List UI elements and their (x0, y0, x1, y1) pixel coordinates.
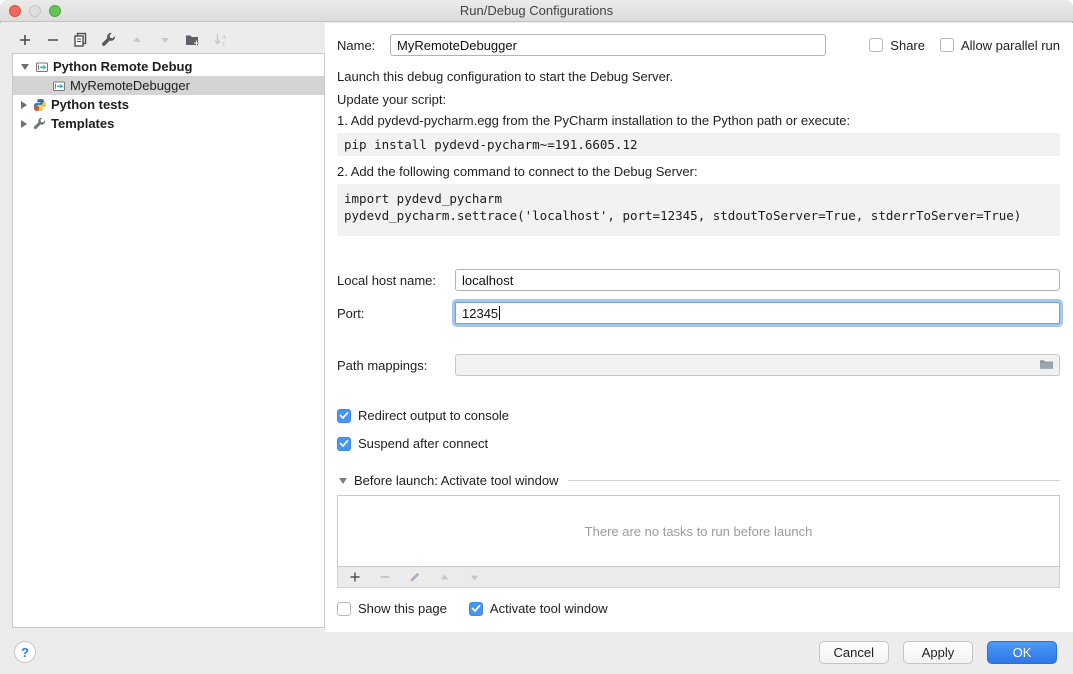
before-launch-task-list: There are no tasks to run before launch (337, 495, 1060, 567)
port-label: Port: (337, 306, 455, 321)
chevron-collapsed-icon[interactable] (21, 101, 27, 109)
sort-alphabetically-icon[interactable]: az (212, 31, 229, 48)
copy-icon[interactable] (72, 31, 89, 48)
update-script-text: Update your script: (337, 92, 1060, 108)
share-checkbox[interactable] (869, 38, 883, 52)
new-folder-icon[interactable] (184, 31, 201, 48)
svg-text:a: a (222, 34, 226, 41)
remove-icon[interactable] (376, 569, 393, 586)
path-mappings-row: Path mappings: (337, 354, 1060, 376)
tree-item-python-remote-debug[interactable]: Python Remote Debug (13, 57, 324, 76)
window-title: Run/Debug Configurations (0, 0, 1073, 22)
show-this-page-checkbox-item[interactable]: Show this page (337, 601, 447, 616)
tree-item-label: Python Remote Debug (53, 59, 192, 74)
name-input[interactable]: MyRemoteDebugger (390, 34, 826, 56)
local-host-value: localhost (462, 273, 513, 288)
config-panel: Name: MyRemoteDebugger Share Allow paral… (325, 23, 1073, 636)
tree-item-label: MyRemoteDebugger (70, 78, 190, 93)
run-debug-configurations-dialog: Run/Debug Configurations az (0, 0, 1073, 674)
suspend-after-connect-checkbox-item[interactable]: Suspend after connect (337, 436, 1060, 451)
add-icon[interactable] (346, 569, 363, 586)
tree-item-label: Python tests (51, 97, 129, 112)
dialog-body: az Python Remote Debug MyRemoteDebugger … (0, 23, 1073, 632)
titlebar: Run/Debug Configurations (0, 0, 1073, 22)
allow-parallel-run-label: Allow parallel run (961, 38, 1060, 53)
chevron-expanded-icon[interactable] (339, 478, 347, 484)
help-icon: ? (21, 645, 29, 660)
local-host-row: Local host name: localhost (337, 269, 1060, 291)
name-label: Name: (337, 38, 390, 53)
browse-folder-icon[interactable] (1039, 358, 1054, 374)
settrace-code-block: import pydevd_pycharm pydevd_pycharm.set… (337, 184, 1060, 236)
show-this-page-checkbox[interactable] (337, 602, 351, 616)
ok-button[interactable]: OK (987, 641, 1057, 664)
empty-task-list-text: There are no tasks to run before launch (585, 524, 813, 539)
redirect-output-checkbox[interactable] (337, 409, 351, 423)
intro-text: Launch this debug configuration to start… (337, 69, 1060, 85)
port-row: Port: 12345 (337, 302, 1060, 324)
tree-item-python-tests[interactable]: Python tests (13, 95, 324, 114)
allow-parallel-run-checkbox-item[interactable]: Allow parallel run (940, 38, 1060, 53)
edit-defaults-wrench-icon[interactable] (100, 31, 117, 48)
config-form: Name: MyRemoteDebugger Share Allow paral… (337, 23, 1060, 636)
wrench-icon (32, 116, 47, 131)
activate-tool-window-checkbox-item[interactable]: Activate tool window (469, 601, 608, 616)
path-mappings-input (455, 354, 1060, 376)
show-this-page-label: Show this page (358, 601, 447, 616)
path-mappings-label: Path mappings: (337, 358, 455, 373)
cancel-button[interactable]: Cancel (819, 641, 889, 664)
text-caret (499, 306, 500, 320)
suspend-after-connect-checkbox[interactable] (337, 437, 351, 451)
svg-text:z: z (222, 41, 225, 48)
step2-text: 2. Add the following command to connect … (337, 164, 1060, 180)
before-launch-section-header[interactable]: Before launch: Activate tool window (337, 473, 1060, 488)
share-label: Share (890, 38, 925, 53)
step1-text: 1. Add pydevd-pycharm.egg from the PyCha… (337, 113, 1060, 129)
configurations-tree: Python Remote Debug MyRemoteDebugger Pyt… (12, 53, 325, 628)
add-icon[interactable] (16, 31, 33, 48)
apply-button[interactable]: Apply (903, 641, 973, 664)
port-value: 12345 (462, 306, 498, 321)
section-divider (568, 480, 1060, 481)
activate-tool-window-label: Activate tool window (490, 601, 608, 616)
move-down-icon[interactable] (466, 569, 483, 586)
tree-item-templates[interactable]: Templates (13, 114, 324, 133)
remove-icon[interactable] (44, 31, 61, 48)
port-input[interactable]: 12345 (455, 302, 1060, 324)
footer-buttons: Cancel Apply OK (819, 641, 1057, 664)
name-value: MyRemoteDebugger (397, 38, 517, 53)
remote-debug-config-icon (34, 59, 49, 74)
help-button[interactable]: ? (14, 641, 36, 663)
dialog-footer: ? Cancel Apply OK (0, 632, 1073, 674)
before-launch-title: Before launch: Activate tool window (354, 473, 559, 488)
name-row-checkboxes: Share Allow parallel run (869, 38, 1060, 53)
redirect-output-label: Redirect output to console (358, 408, 509, 423)
pip-install-code-block: pip install pydevd-pycharm~=191.6605.12 (337, 133, 1060, 156)
share-checkbox-item[interactable]: Share (869, 38, 925, 53)
name-row: Name: MyRemoteDebugger Share Allow paral… (337, 34, 1060, 56)
local-host-label: Local host name: (337, 273, 455, 288)
move-up-icon[interactable] (436, 569, 453, 586)
redirect-output-checkbox-item[interactable]: Redirect output to console (337, 408, 1060, 423)
local-host-input[interactable]: localhost (455, 269, 1060, 291)
suspend-after-connect-label: Suspend after connect (358, 436, 488, 451)
activate-tool-window-checkbox[interactable] (469, 602, 483, 616)
task-list-toolbar (337, 567, 1060, 588)
configurations-toolbar: az (16, 31, 229, 48)
edit-pencil-icon[interactable] (406, 569, 423, 586)
tree-item-label: Templates (51, 116, 114, 131)
settrace-code-line1: import pydevd_pycharm (344, 190, 1053, 207)
allow-parallel-run-checkbox[interactable] (940, 38, 954, 52)
bottom-checkboxes: Show this page Activate tool window (337, 601, 1060, 616)
move-up-icon[interactable] (128, 31, 145, 48)
tree-item-myremotedebugger[interactable]: MyRemoteDebugger (13, 76, 324, 95)
chevron-collapsed-icon[interactable] (21, 120, 27, 128)
chevron-expanded-icon[interactable] (21, 64, 29, 70)
remote-debug-config-icon (51, 78, 66, 93)
move-down-icon[interactable] (156, 31, 173, 48)
settrace-code-line2: pydevd_pycharm.settrace('localhost', por… (344, 207, 1053, 224)
python-tests-icon (32, 97, 47, 112)
